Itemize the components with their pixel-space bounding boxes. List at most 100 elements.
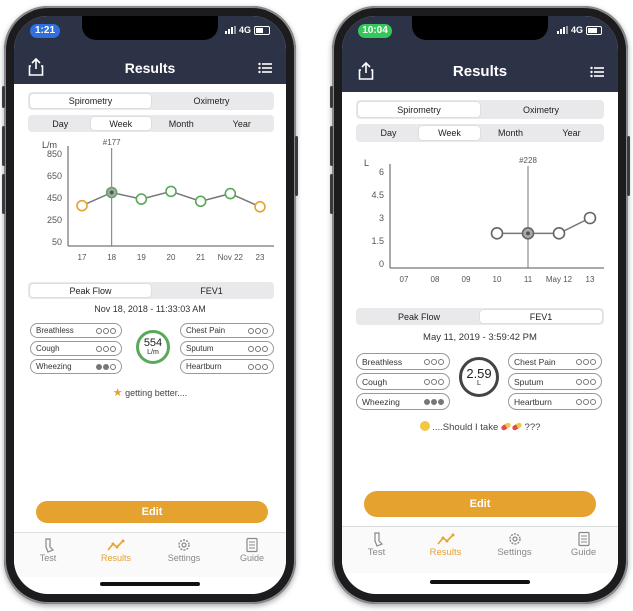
signal-icon bbox=[556, 26, 568, 34]
symptom-label: Sputum bbox=[514, 376, 544, 387]
symptom-pill[interactable]: Cough bbox=[30, 341, 122, 356]
range-week[interactable]: Week bbox=[90, 117, 151, 130]
tab-settings-label: Settings bbox=[497, 547, 532, 558]
severity-dots bbox=[424, 358, 444, 365]
severity-dots bbox=[424, 378, 444, 385]
severity-dot bbox=[431, 378, 437, 385]
edit-button[interactable]: Edit bbox=[364, 491, 596, 517]
symptom-label: Wheezing bbox=[362, 396, 400, 407]
data-point[interactable] bbox=[76, 199, 88, 212]
range-day[interactable]: Day bbox=[358, 126, 419, 140]
range-year[interactable]: Year bbox=[212, 117, 273, 130]
y-tick-label: 850 bbox=[47, 149, 62, 159]
symptom-pill[interactable]: Heartburn bbox=[508, 393, 602, 410]
symptom-pill[interactable]: Sputum bbox=[180, 341, 274, 356]
tab-guide[interactable]: Guide bbox=[218, 533, 286, 577]
symptom-label: Cough bbox=[362, 376, 388, 387]
severity-dot bbox=[262, 327, 268, 334]
tab-test[interactable]: Test bbox=[14, 533, 82, 577]
chart-line-icon bbox=[107, 539, 125, 551]
peak-flow-chart[interactable]: L/m8506504502505017 18 19 20 21 Nov 22 23#177 bbox=[24, 134, 276, 276]
list-icon[interactable] bbox=[590, 66, 604, 78]
symptom-pill[interactable]: Cough bbox=[356, 373, 450, 390]
phone-2-screen: 10:04 4G Results Spirometry Oximetry Day… bbox=[342, 16, 618, 594]
tab-guide[interactable]: Guide bbox=[549, 527, 618, 573]
tab-results[interactable]: Results bbox=[411, 527, 480, 573]
edit-button[interactable]: Edit bbox=[36, 501, 268, 523]
x-tick-label: 10 bbox=[493, 275, 502, 284]
severity-dots bbox=[576, 378, 596, 385]
fev1-chart[interactable]: L6 4.5 3 1.5 0 07 08 09 10 11 May 12 13 #228 bbox=[352, 146, 608, 304]
symptom-pill[interactable]: Wheezing bbox=[356, 393, 450, 410]
severity-dot bbox=[255, 345, 261, 352]
data-point[interactable] bbox=[583, 211, 597, 225]
symptom-pill[interactable]: Wheezing bbox=[30, 359, 122, 374]
range-tabs: Day Week Month Year bbox=[356, 124, 604, 142]
signal-icon bbox=[224, 26, 236, 34]
symptom-pill[interactable]: Chest Pain bbox=[180, 323, 274, 338]
severity-dot bbox=[110, 327, 116, 334]
severity-dot bbox=[103, 363, 109, 370]
symptom-pill[interactable]: Breathless bbox=[356, 353, 450, 370]
severity-dot bbox=[590, 358, 596, 365]
severity-dot bbox=[431, 358, 437, 365]
data-point[interactable] bbox=[490, 227, 504, 240]
status-icons: 4G bbox=[556, 25, 602, 35]
page-title: Results bbox=[124, 60, 176, 76]
symptom-pill[interactable]: Heartburn bbox=[180, 359, 274, 374]
inhaler-icon bbox=[45, 538, 55, 553]
inhaler-icon bbox=[373, 532, 383, 547]
severity-dot bbox=[96, 345, 102, 352]
severity-dot bbox=[255, 363, 261, 370]
x-tick-label: 13 bbox=[586, 275, 595, 284]
severity-dot bbox=[438, 378, 444, 385]
range-month[interactable]: Month bbox=[480, 126, 541, 140]
y-tick-label: 3 bbox=[379, 213, 384, 223]
tab-results[interactable]: Results bbox=[82, 533, 150, 577]
tab-peak-flow[interactable]: Peak Flow bbox=[30, 284, 151, 297]
range-month[interactable]: Month bbox=[151, 117, 212, 130]
tab-spirometry[interactable]: Spirometry bbox=[30, 94, 151, 108]
range-day[interactable]: Day bbox=[30, 117, 91, 130]
notch bbox=[412, 16, 548, 40]
list-icon[interactable] bbox=[258, 62, 272, 74]
tab-fev1[interactable]: FEV1 bbox=[480, 310, 602, 323]
severity-dot bbox=[262, 363, 268, 370]
tab-peak-flow[interactable]: Peak Flow bbox=[358, 310, 480, 323]
x-tick-label: May 12 bbox=[546, 275, 573, 284]
severity-dot bbox=[576, 358, 582, 365]
symptom-pill[interactable]: Sputum bbox=[508, 373, 602, 390]
range-year[interactable]: Year bbox=[541, 126, 602, 140]
data-point[interactable] bbox=[224, 187, 237, 200]
range-week[interactable]: Week bbox=[419, 126, 480, 140]
status-time: 10:04 bbox=[358, 24, 392, 38]
x-tick-label: 18 bbox=[107, 253, 116, 262]
severity-dots bbox=[248, 363, 268, 370]
selection-label: #177 bbox=[103, 138, 121, 147]
tab-spirometry[interactable]: Spirometry bbox=[358, 102, 480, 117]
book-icon bbox=[577, 531, 590, 547]
data-point[interactable] bbox=[194, 195, 207, 208]
y-tick-label: 1.5 bbox=[371, 236, 384, 246]
severity-dots bbox=[96, 327, 116, 334]
tab-settings[interactable]: Settings bbox=[150, 533, 218, 577]
y-axis-label: L bbox=[364, 158, 369, 168]
tab-oximetry[interactable]: Oximetry bbox=[480, 102, 602, 117]
data-point[interactable] bbox=[254, 201, 266, 213]
tab-settings[interactable]: Settings bbox=[480, 527, 549, 573]
feedback-text: ....Should I take bbox=[432, 422, 499, 433]
symptom-label: Wheezing bbox=[36, 362, 72, 371]
phone-1-screen: 1:21 4G Results Spirometry Oximetry Day … bbox=[14, 16, 286, 594]
tab-fev1[interactable]: FEV1 bbox=[151, 284, 272, 297]
symptom-label: Breathless bbox=[36, 326, 74, 335]
data-point[interactable] bbox=[552, 227, 566, 240]
severity-dot bbox=[424, 378, 430, 385]
symptom-pill[interactable]: Chest Pain bbox=[508, 353, 602, 370]
tab-oximetry[interactable]: Oximetry bbox=[151, 94, 272, 108]
symptom-pill[interactable]: Breathless bbox=[30, 323, 122, 338]
data-point[interactable] bbox=[165, 185, 177, 198]
severity-dot bbox=[424, 398, 430, 405]
symptom-label: Sputum bbox=[186, 344, 214, 353]
tab-test[interactable]: Test bbox=[342, 527, 411, 573]
data-point[interactable] bbox=[135, 193, 148, 205]
